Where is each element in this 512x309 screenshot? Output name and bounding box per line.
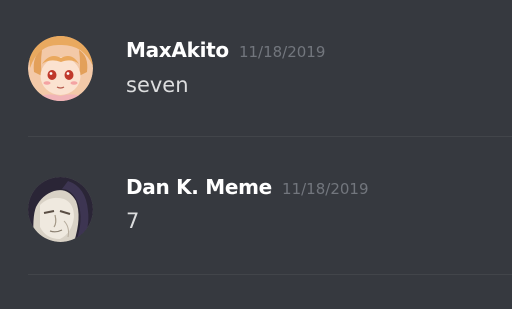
message-text: seven xyxy=(126,73,189,97)
timestamp: 11/18/2019 xyxy=(282,180,369,198)
message-group[interactable]: Dan K. Meme 11/18/2019 7 xyxy=(0,137,512,274)
message-group[interactable]: MaxAkito 11/18/2019 seven xyxy=(0,0,512,136)
message-header: Dan K. Meme 11/18/2019 xyxy=(126,175,369,199)
chat-message-list: MaxAkito 11/18/2019 seven Dan K. Meme 11… xyxy=(0,0,512,309)
username[interactable]: Dan K. Meme xyxy=(126,175,272,199)
avatar[interactable] xyxy=(28,36,93,101)
avatar[interactable] xyxy=(28,177,93,242)
timestamp: 11/18/2019 xyxy=(238,43,326,61)
message-divider xyxy=(28,274,512,275)
username[interactable]: MaxAkito xyxy=(126,38,229,62)
message-text: 7 xyxy=(126,209,140,233)
dark-haired-character-avatar-icon xyxy=(28,177,93,242)
anime-girl-avatar-icon xyxy=(28,36,93,101)
message-header: MaxAkito 11/18/2019 xyxy=(126,38,325,62)
